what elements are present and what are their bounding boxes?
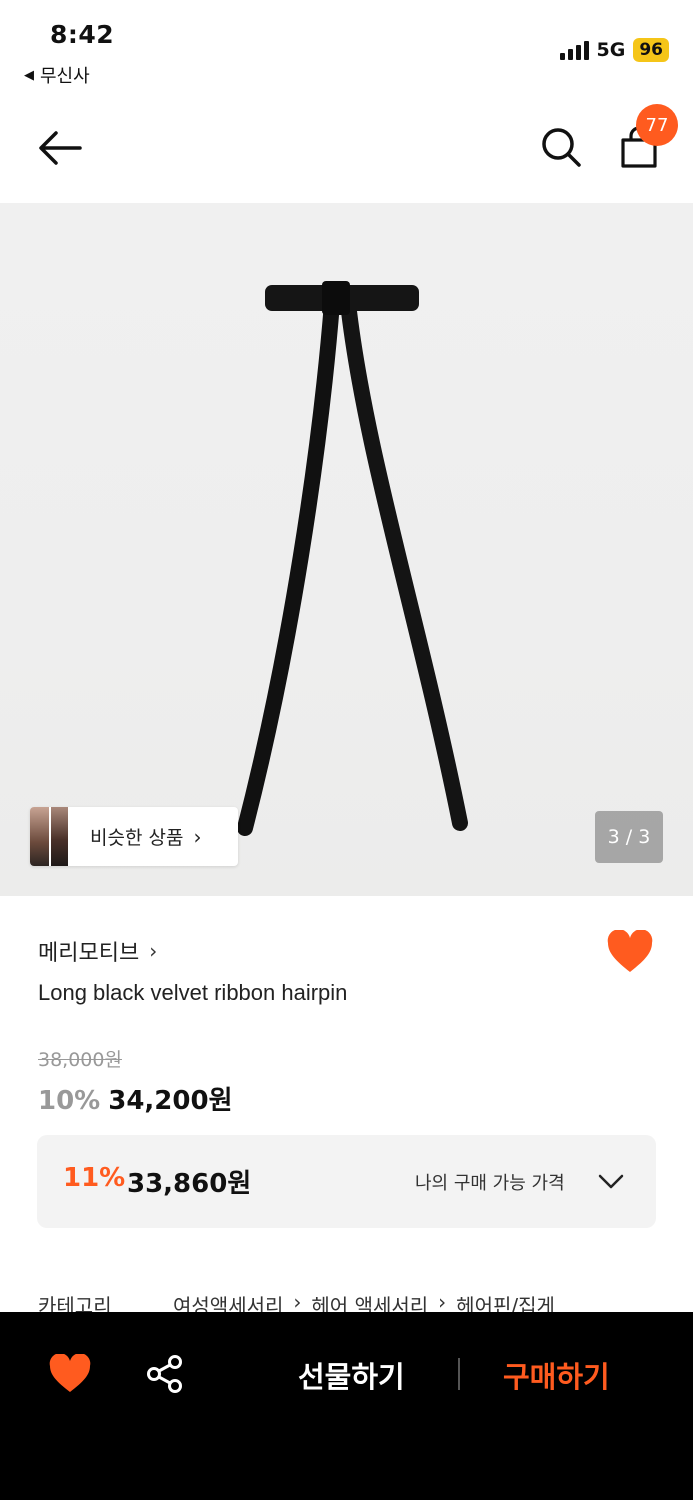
product-name: Long black velvet ribbon hairpin: [38, 980, 348, 1005]
network-label: 5G: [596, 39, 626, 61]
heart-icon[interactable]: [48, 1354, 92, 1394]
image-page-indicator: 3 / 3: [595, 811, 663, 863]
similar-products-label: 비슷한 상품: [90, 827, 184, 849]
brand-link[interactable]: 메리모티브 ›: [38, 935, 157, 967]
my-price-label: 나의 구매 가능 가격: [415, 1173, 565, 1194]
share-icon[interactable]: [145, 1354, 185, 1394]
my-discount-rate: 11%: [63, 1163, 126, 1193]
similar-products-button[interactable]: 비슷한 상품 ›: [30, 807, 238, 866]
buy-button[interactable]: 구매하기: [503, 1354, 610, 1396]
back-arrow-icon[interactable]: [36, 128, 82, 168]
heart-icon[interactable]: [606, 930, 654, 974]
bottom-action-bar: 선물하기 구매하기: [0, 1312, 693, 1500]
similar-products-thumbnail: [30, 807, 68, 866]
back-app-label: 무신사: [40, 66, 90, 87]
status-indicators: 5G 96: [559, 38, 669, 62]
gift-button[interactable]: 선물하기: [298, 1354, 405, 1396]
chevron-down-icon: [598, 1174, 624, 1189]
original-price: 38,000원: [38, 1049, 122, 1071]
product-image-gallery[interactable]: 비슷한 상품 › 3 / 3: [0, 203, 693, 896]
product-image: [237, 281, 468, 836]
price-row: 10% 34,200원: [38, 1080, 233, 1117]
top-nav: [0, 100, 693, 200]
chevron-right-icon: ›: [149, 939, 158, 963]
brand-name: 메리모티브: [38, 941, 140, 966]
cart-count-badge: 77: [636, 104, 678, 146]
divider: [458, 1358, 460, 1390]
signal-icon: [559, 40, 589, 60]
sale-price: 34,200원: [108, 1086, 233, 1116]
my-price: 33,860원: [127, 1169, 252, 1199]
back-triangle-icon: ◀: [24, 67, 34, 83]
back-to-app-link[interactable]: ◀ 무신사: [24, 62, 90, 88]
search-icon[interactable]: [540, 126, 582, 168]
battery-indicator: 96: [633, 38, 669, 62]
discount-rate: 10%: [38, 1086, 101, 1116]
status-bar: 8:42 ◀ 무신사 5G 96: [0, 0, 693, 92]
chevron-right-icon: ›: [193, 824, 202, 849]
status-time: 8:42: [50, 20, 115, 49]
my-price-box[interactable]: 11% 33,860원 나의 구매 가능 가격: [37, 1135, 656, 1228]
